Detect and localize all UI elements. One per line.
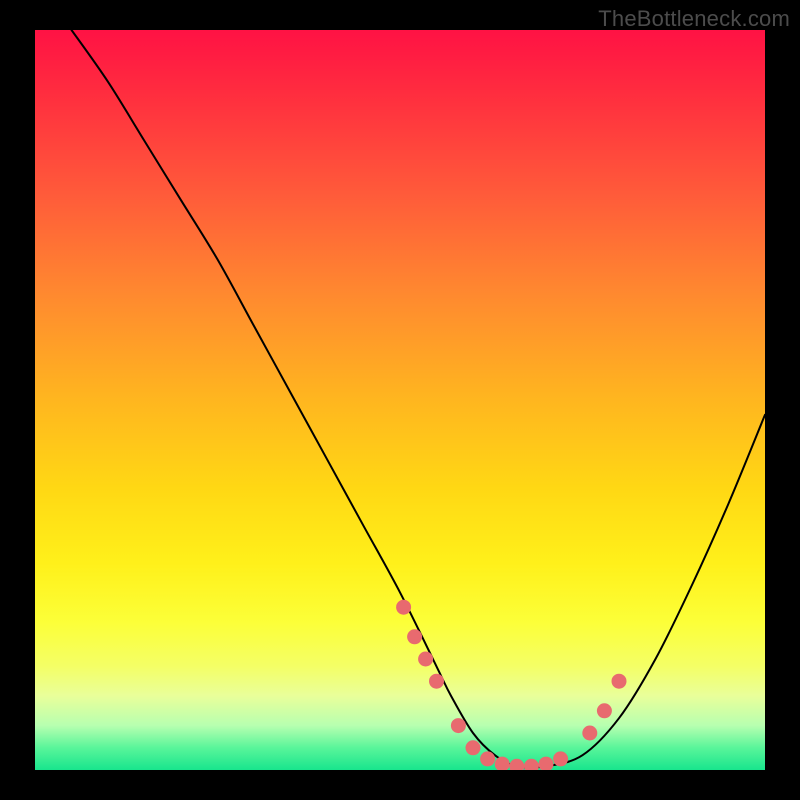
highlight-dot: [582, 726, 597, 741]
watermark-text: TheBottleneck.com: [598, 6, 790, 32]
highlight-dot: [495, 757, 510, 770]
highlight-dot: [539, 757, 554, 770]
highlight-dot: [418, 652, 433, 667]
highlight-dot: [466, 740, 481, 755]
chart-svg: [35, 30, 765, 770]
bottleneck-curve: [72, 30, 766, 768]
highlight-dot: [407, 629, 422, 644]
highlight-dot: [451, 718, 466, 733]
highlight-dot: [480, 751, 495, 766]
highlight-dot: [612, 674, 627, 689]
highlight-dot: [429, 674, 444, 689]
highlight-dot: [524, 759, 539, 770]
highlight-dot: [597, 703, 612, 718]
highlight-dot: [553, 751, 568, 766]
plot-area: [35, 30, 765, 770]
highlight-dot: [396, 600, 411, 615]
highlight-dots: [396, 600, 626, 770]
highlight-dot: [509, 759, 524, 770]
